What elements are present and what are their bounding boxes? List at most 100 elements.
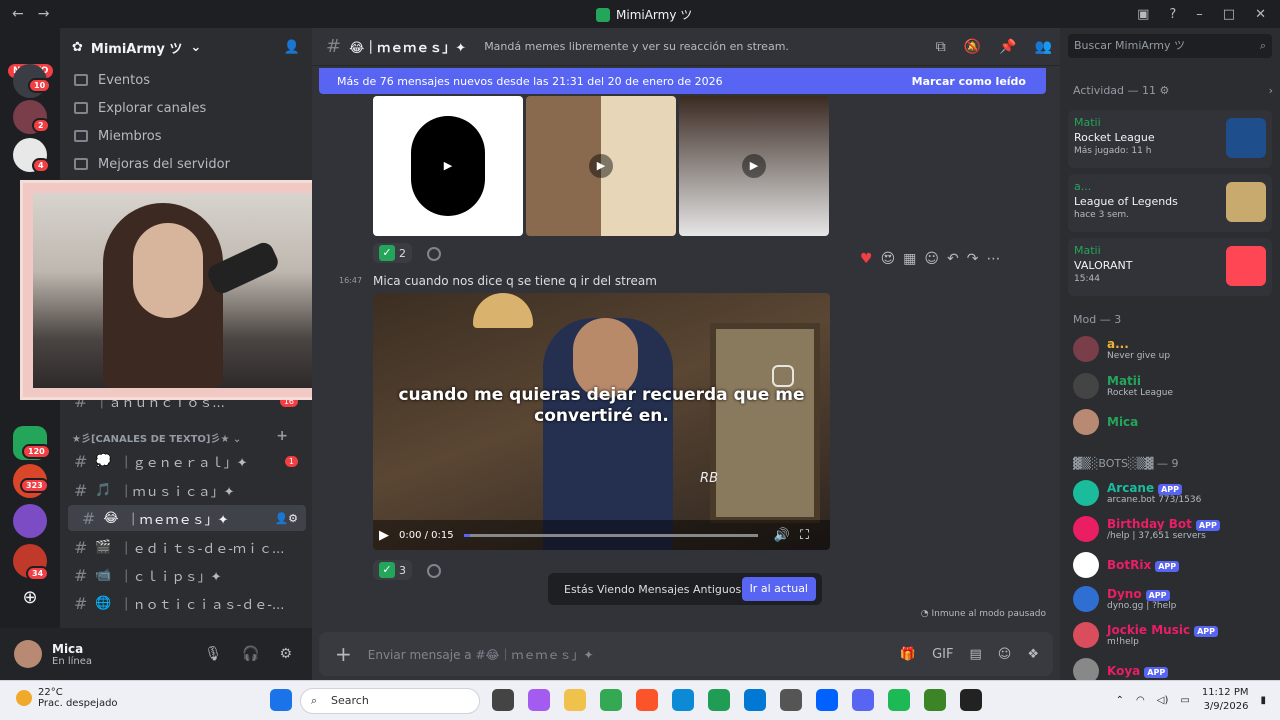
forward-arrow-icon[interactable]: →: [38, 6, 50, 22]
category-header[interactable]: ★彡[CANALES DE TEXTO]彡★ ⌄ +: [72, 428, 302, 445]
channel-edits[interactable]: # 🎬 ｜ｅｄｉｔｓ-ｄｅ-ｍｉｃ...: [60, 534, 306, 560]
apps-icon[interactable]: ❖: [1027, 647, 1039, 662]
server-icon[interactable]: [13, 504, 47, 538]
reply-icon[interactable]: ↶: [947, 251, 959, 267]
microphone-icon[interactable]: 🎙: [204, 646, 222, 662]
channel-settings-icon[interactable]: 👤⚙: [274, 512, 298, 525]
meme-video[interactable]: ▶: [526, 96, 676, 236]
chevron-up-icon[interactable]: ⌃: [1116, 695, 1124, 706]
member-item[interactable]: Jockie Music APP m!help: [1073, 622, 1273, 648]
member-item[interactable]: Mica: [1073, 409, 1273, 435]
channel-clips[interactable]: # 📹 ｜ｃｌｉｐｓ」✦: [60, 562, 306, 588]
gif-icon[interactable]: GIF: [932, 647, 953, 662]
search-input[interactable]: Buscar MimiArmy ツ ⌕: [1068, 34, 1272, 58]
edge-icon[interactable]: [672, 689, 694, 711]
video-progress[interactable]: [463, 533, 758, 537]
play-icon[interactable]: ▶: [379, 528, 389, 543]
mark-read-button[interactable]: Marcar como leído: [912, 75, 1026, 88]
help-icon[interactable]: ?: [1169, 7, 1176, 22]
speaker-icon[interactable]: ◁): [1157, 695, 1169, 706]
channel-musica[interactable]: # 🎵 ｜ｍｕｓｉｃａ」✦: [60, 477, 306, 503]
channel-general[interactable]: # 💭 ｜ｇｅｎｅｒａｌ」✦ 1: [60, 448, 306, 474]
emoji-icon[interactable]: ☺: [998, 647, 1012, 662]
volume-icon[interactable]: 🔊: [774, 528, 790, 543]
amazon-icon[interactable]: [780, 689, 802, 711]
task-view-icon[interactable]: [492, 689, 514, 711]
channel-memes[interactable]: # 😂 ｜ｍｅｍｅｓ」✦ 👤⚙: [68, 505, 306, 531]
channel-topic[interactable]: Mandá memes libremente y ver su reacción…: [484, 40, 789, 53]
meme-image[interactable]: ▶: [373, 96, 523, 236]
brave-icon[interactable]: [636, 689, 658, 711]
jump-to-present-button[interactable]: Ir al actual: [741, 577, 816, 601]
add-server-icon[interactable]: ⊕: [20, 588, 40, 608]
server-header[interactable]: ✿ MimiArmy ツ ⌄ 👤: [60, 28, 312, 66]
member-item[interactable]: BotRix APP: [1073, 552, 1273, 578]
maximize-icon[interactable]: □: [1223, 7, 1235, 22]
heart-eyes-icon[interactable]: 😍: [881, 251, 896, 267]
play-icon[interactable]: ▶: [436, 154, 460, 178]
chevron-right-icon[interactable]: ›: [1269, 84, 1273, 97]
member-item[interactable]: Dyno APP dyno.gg | ?help: [1073, 586, 1273, 612]
add-channel-icon[interactable]: +: [276, 428, 288, 444]
copilot-icon[interactable]: [528, 689, 550, 711]
meme-video[interactable]: ▶: [679, 96, 829, 236]
forward-icon[interactable]: ↷: [967, 251, 979, 267]
inbox-icon[interactable]: ▣: [1137, 7, 1149, 22]
member-item[interactable]: Birthday Bot APP/help | 37,651 servers: [1073, 516, 1273, 542]
minecraft-icon[interactable]: [924, 689, 946, 711]
taskbar-search[interactable]: ⌕ Search: [300, 688, 480, 714]
headphones-icon[interactable]: 🎧: [242, 646, 259, 662]
start-icon[interactable]: [270, 689, 292, 711]
weather-widget[interactable]: 22°C Prac. despejado: [16, 687, 118, 709]
fullscreen-icon[interactable]: ⛶: [800, 528, 809, 543]
chrome-icon[interactable]: [600, 689, 622, 711]
avatar[interactable]: [14, 640, 42, 668]
battery-icon[interactable]: ▭: [1180, 695, 1189, 706]
member-item[interactable]: Matii Rocket League: [1073, 373, 1273, 399]
channel-noticias[interactable]: # 🌐 ｜ｎｏｔｉｃｉａｓ-ｄｅ-...: [60, 590, 306, 616]
spotify-icon[interactable]: [888, 689, 910, 711]
back-arrow-icon[interactable]: ←: [12, 6, 24, 22]
member-item[interactable]: Arcane APP arcane.bot 773/1536: [1073, 480, 1273, 506]
app-icon[interactable]: [708, 689, 730, 711]
file-explorer-icon[interactable]: [564, 689, 586, 711]
add-reaction-icon[interactable]: [427, 247, 441, 261]
gear-icon[interactable]: ⚙: [279, 646, 292, 662]
wifi-icon[interactable]: ◠: [1136, 695, 1145, 706]
store-icon[interactable]: [744, 689, 766, 711]
pin-icon[interactable]: 📌: [999, 39, 1016, 55]
members-link[interactable]: Miembros: [60, 122, 312, 150]
notification-icon[interactable]: ▮: [1260, 695, 1266, 706]
more-icon[interactable]: ⋯: [986, 251, 1000, 267]
member-item[interactable]: a... Never give up: [1073, 336, 1273, 362]
activity-card[interactable]: Matii Rocket League Más jugado: 11 h: [1068, 110, 1272, 168]
message-input[interactable]: Enviar mensaje a #😂｜ｍｅｍｅｓ」✦: [368, 646, 594, 663]
play-icon[interactable]: ▶: [742, 154, 766, 178]
minimize-icon[interactable]: –: [1196, 7, 1203, 22]
boosts-link[interactable]: Mejoras del servidor: [60, 150, 312, 178]
add-reaction-icon[interactable]: ☺: [924, 251, 939, 267]
browse-channels-link[interactable]: Explorar canales: [60, 94, 312, 122]
member-list-icon[interactable]: 👥: [1035, 39, 1052, 55]
reaction-check[interactable]: ✓ 2: [373, 243, 412, 263]
activity-card[interactable]: a... League of Legends hace 3 sem.: [1068, 174, 1272, 232]
discord-icon[interactable]: [852, 689, 874, 711]
new-messages-bar[interactable]: Más de 76 mensajes nuevos desde las 21:3…: [319, 68, 1046, 94]
dropbox-icon[interactable]: [816, 689, 838, 711]
custom-emoji-icon[interactable]: ▦: [903, 251, 916, 267]
gift-icon[interactable]: 🎁: [900, 647, 916, 662]
video-player[interactable]: cuando me quieras dejar recuerda que me …: [373, 293, 830, 550]
threads-icon[interactable]: ⧉: [936, 39, 946, 55]
activity-card[interactable]: Matii VALORANT 15:44: [1068, 238, 1272, 296]
sticker-icon[interactable]: ▤: [969, 647, 981, 662]
notifications-icon[interactable]: 🔕: [964, 39, 981, 55]
attach-icon[interactable]: +: [335, 642, 352, 666]
add-reaction-icon[interactable]: [427, 564, 441, 578]
close-icon[interactable]: ✕: [1255, 7, 1266, 22]
reaction-check[interactable]: ✓ 3: [373, 560, 412, 580]
events-link[interactable]: Eventos: [60, 66, 312, 94]
clock[interactable]: 11:12 PM 3/9/2026: [1202, 686, 1249, 714]
invite-icon[interactable]: 👤: [284, 40, 300, 55]
obs-icon[interactable]: [960, 689, 982, 711]
heart-icon[interactable]: ♥: [860, 251, 873, 267]
